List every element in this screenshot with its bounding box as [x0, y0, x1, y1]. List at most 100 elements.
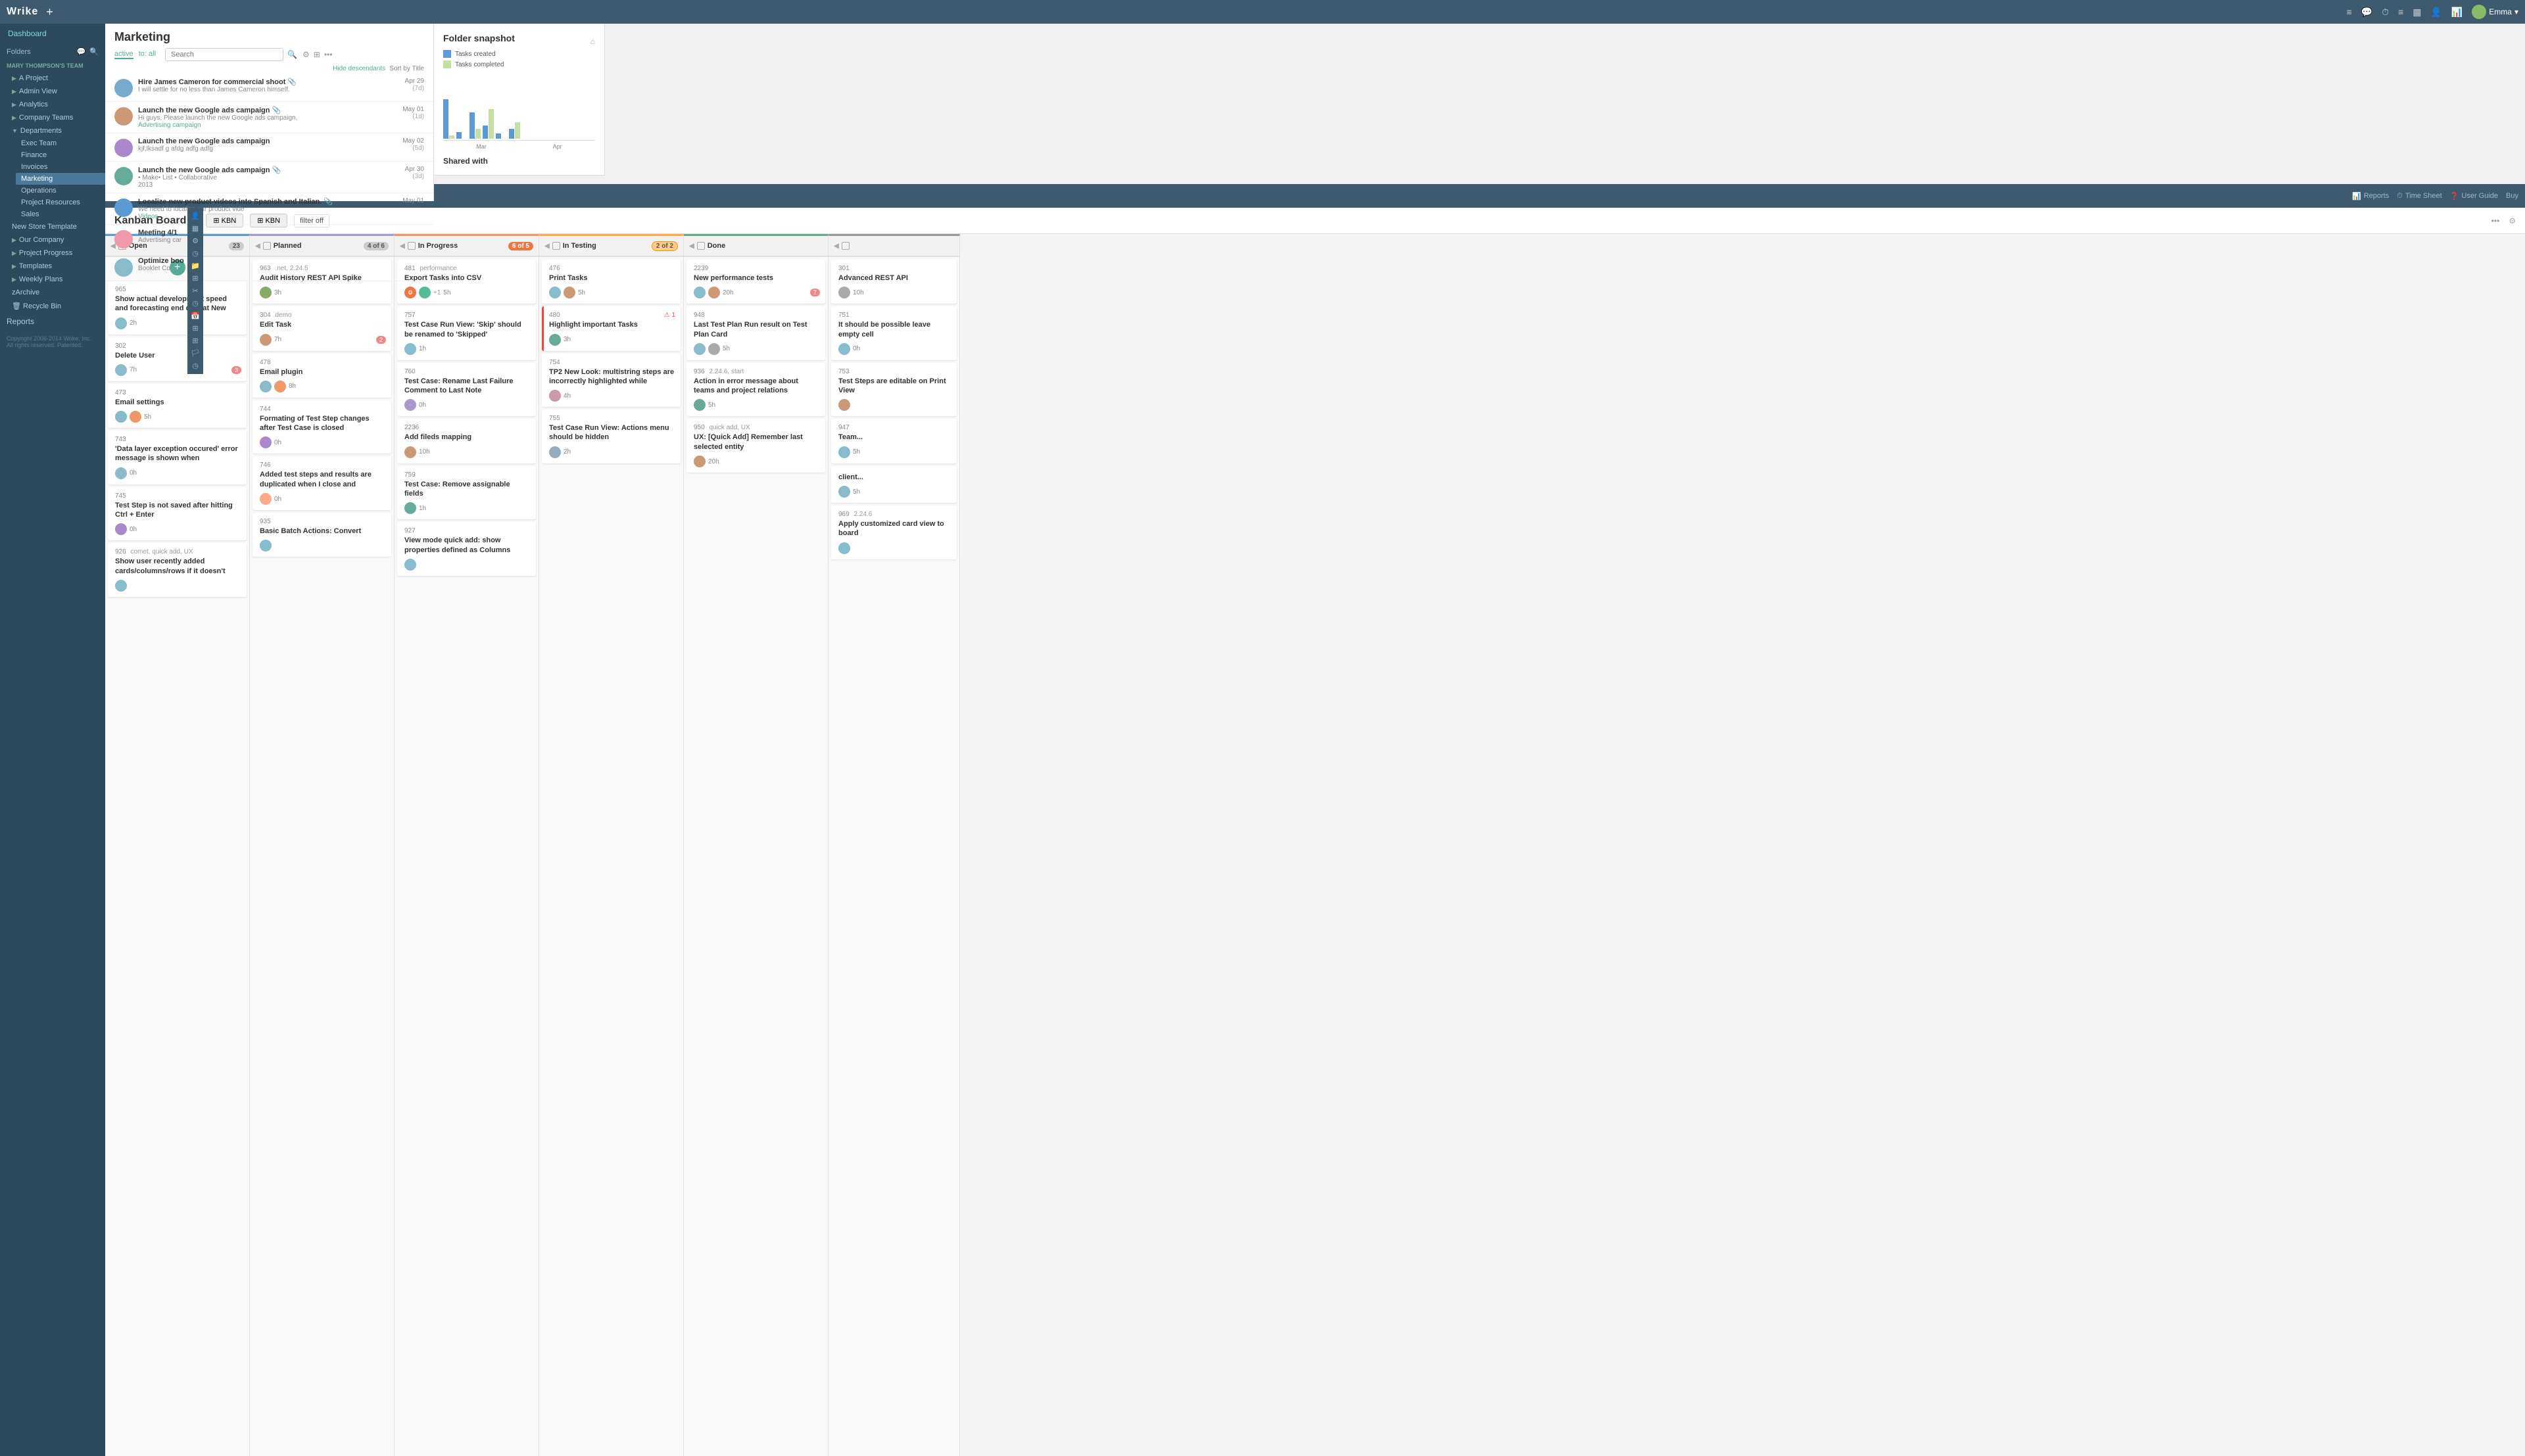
kanban-card[interactable]: 759 Test Case: Remove assignable fields … — [397, 466, 536, 520]
folder-chat-icon[interactable]: 💬 — [77, 47, 86, 56]
sidebar-item-sales[interactable]: Sales — [16, 208, 105, 220]
add-button[interactable]: + — [46, 5, 53, 19]
sidebar-item-new-store-template[interactable]: New Store Template — [5, 220, 105, 233]
sidebar-item-operations[interactable]: Operations — [16, 185, 105, 197]
chart-icon[interactable]: 📊 — [2451, 7, 2463, 18]
grid-icon[interactable]: ▦ — [2413, 7, 2421, 18]
kanban-card[interactable]: client... 5h — [831, 466, 957, 503]
sidebar-item-analytics[interactable]: ▶ Analytics — [5, 98, 105, 111]
panel-icon-7[interactable]: ✂ — [190, 287, 201, 295]
sidebar-item-exec-team[interactable]: Exec Team — [16, 137, 105, 149]
col-collapse-arrow[interactable]: ◀ — [834, 243, 839, 250]
task-item[interactable]: Launch the new Google ads campaign 📎 • M… — [105, 162, 433, 193]
kanban-card[interactable]: 2239 New performance tests 20h 7 — [686, 260, 825, 304]
kanban-card[interactable]: 760 Test Case: Rename Last Failure Comme… — [397, 363, 536, 417]
marketing-search-input[interactable] — [165, 48, 283, 61]
user-icon[interactable]: 👤 — [2430, 7, 2441, 18]
sidebar-item-finance[interactable]: Finance — [16, 149, 105, 161]
sidebar-item-project-progress[interactable]: ▶ Project Progress — [5, 247, 105, 260]
filter-icon[interactable]: ⚙ — [302, 50, 310, 59]
sidebar-item-reports[interactable]: Reports — [0, 313, 105, 330]
sidebar-item-departments[interactable]: ▼ Departments — [5, 124, 105, 137]
kanban-card[interactable]: 301 Advanced REST API 10h — [831, 260, 957, 304]
kanban-card[interactable]: 936 2.24.6, start Action in error messag… — [686, 363, 825, 417]
kanban-card[interactable]: 743 'Data layer exception occured' error… — [108, 431, 247, 484]
sidebar-item-our-company[interactable]: ▶ Our Company — [5, 233, 105, 247]
task-item[interactable]: Hire James Cameron for commercial shoot … — [105, 74, 433, 102]
task-item[interactable]: Launch the new Google ads campaign kjf;l… — [105, 133, 433, 162]
tab-to-all[interactable]: to: all — [139, 50, 156, 59]
rss-icon[interactable]: ⌂ — [590, 37, 595, 46]
kanban-card[interactable]: 302 Delete User 7h 3 — [108, 337, 247, 381]
panel-icon-3[interactable]: ⚙ — [190, 237, 201, 245]
kanban-card[interactable]: 969 2.24.6 Apply customized card view to… — [831, 505, 957, 559]
app-logo[interactable]: Wrike — [7, 6, 38, 18]
grid-view-icon[interactable]: ⊞ — [314, 50, 320, 59]
col-collapse-arrow[interactable]: ◀ — [689, 243, 694, 250]
panel-icon-12[interactable]: 🏳 — [190, 349, 201, 358]
chat-icon[interactable]: 💬 — [2361, 7, 2372, 18]
sidebar-item-recycle-bin[interactable]: 🗑 Recycle Bin — [5, 299, 105, 313]
search-icon[interactable]: 🔍 — [287, 50, 297, 59]
panel-icon-6[interactable]: ⊞ — [190, 274, 201, 283]
sidebar-item-weekly-plans[interactable]: ▶ Weekly Plans — [5, 273, 105, 286]
kanban-card[interactable]: 753 Test Steps are editable on Print Vie… — [831, 363, 957, 417]
kanban-card[interactable]: 754 TP2 New Look: multistring steps are … — [542, 354, 681, 408]
menu-icon[interactable]: ≡ — [2346, 7, 2351, 17]
more-icon[interactable]: ••• — [324, 50, 333, 59]
sidebar-item-dashboard[interactable]: Dashboard — [0, 24, 105, 43]
kanban-card[interactable]: 935 Basic Batch Actions: Convert — [252, 513, 391, 557]
panel-icon-4[interactable]: ◷ — [190, 249, 201, 258]
col-checkbox[interactable] — [552, 242, 560, 250]
kanban-card[interactable]: 950 quick add, UX UX: [Quick Add] Rememb… — [686, 419, 825, 473]
kanban-card[interactable]: 744 Formating of Test Step changes after… — [252, 400, 391, 454]
panel-icon-10[interactable]: ⊞ — [190, 324, 201, 333]
kanban-card[interactable]: 746 Added test steps and results are dup… — [252, 456, 391, 510]
kanban-card[interactable]: 478 Email plugin 8h — [252, 354, 391, 398]
kanban-card[interactable]: 948 Last Test Plan Run result on Test Pl… — [686, 306, 825, 360]
kanban-card[interactable]: 2236 Add fileds mapping 10h — [397, 419, 536, 463]
panel-icon-13[interactable]: ◷ — [190, 362, 201, 370]
panel-icon-5[interactable]: 📁 — [190, 262, 201, 270]
kanban-card[interactable]: 927 View mode quick add: show properties… — [397, 522, 536, 576]
kanban-card[interactable]: 926 comet, quick add, UX Show user recen… — [108, 543, 247, 597]
task-item[interactable]: Launch the new Google ads campaign 📎 Hi … — [105, 102, 433, 133]
kanban-card[interactable]: 473 Email settings 5h — [108, 384, 247, 428]
sidebar-item-invoices[interactable]: Invoices — [16, 161, 105, 173]
panel-icon-8[interactable]: ◷ — [190, 299, 201, 308]
folders-header[interactable]: Folders 💬 🔍 — [0, 43, 105, 60]
task-item[interactable]: Optimize boo Booklet Co — [105, 253, 433, 281]
col-checkbox[interactable] — [697, 242, 705, 250]
sidebar-item-admin-view[interactable]: ▶ Admin View — [5, 85, 105, 98]
panel-icon-11[interactable]: ⊞ — [190, 337, 201, 345]
tab-active[interactable]: active — [114, 50, 133, 59]
panel-icon-9[interactable]: 📅 — [190, 312, 201, 320]
kanban-card[interactable]: 745 Test Step is not saved after hitting… — [108, 487, 247, 541]
folder-search-icon[interactable]: 🔍 — [89, 47, 99, 56]
kanban-card[interactable]: 480⚠ 1 Highlight important Tasks 3h — [542, 306, 681, 350]
col-checkbox[interactable] — [842, 242, 850, 250]
list-icon[interactable]: ≡ — [2398, 7, 2403, 17]
kanban-card[interactable]: 476 Print Tasks 5h — [542, 260, 681, 304]
col-collapse-arrow[interactable]: ◀ — [544, 243, 550, 250]
kanban-card[interactable]: 751 It should be possible leave empty ce… — [831, 306, 957, 360]
panel-icon-2[interactable]: ▦ — [190, 224, 201, 233]
sidebar-item-project-resources[interactable]: Project Resources — [16, 197, 105, 208]
task-item[interactable]: Localize new product videos into Spanish… — [105, 193, 433, 225]
kanban-card[interactable]: 757 Test Case Run View: 'Skip' should be… — [397, 306, 536, 360]
sidebar-item-company-teams[interactable]: ▶ Company Teams — [5, 111, 105, 124]
task-item[interactable]: Meeting 4/1 Advertising car — [105, 225, 433, 253]
sidebar-item-templates[interactable]: ▶ Templates — [5, 260, 105, 273]
user-menu[interactable]: Emma ▾ — [2472, 5, 2518, 19]
kanban-card[interactable]: 965 Show actual development speed and fo… — [108, 281, 247, 335]
kanban-card[interactable]: 304 demo Edit Task 7h 2 — [252, 306, 391, 350]
panel-icon-1[interactable]: 👤 — [190, 212, 201, 220]
sidebar-item-a-project[interactable]: ▶ A Project — [5, 72, 105, 85]
sidebar-item-zarchive[interactable]: zArchive — [5, 286, 105, 299]
kanban-card[interactable]: 755 Test Case Run View: Actions menu sho… — [542, 410, 681, 463]
kanban-card[interactable]: 947 Team... 5h — [831, 419, 957, 463]
sort-label[interactable]: Sort by Title — [389, 65, 424, 72]
timer-icon[interactable]: ⏱ — [2382, 7, 2389, 18]
sidebar-item-marketing[interactable]: Marketing — [16, 173, 105, 185]
hide-descendants-btn[interactable]: Hide descendants — [333, 65, 385, 72]
